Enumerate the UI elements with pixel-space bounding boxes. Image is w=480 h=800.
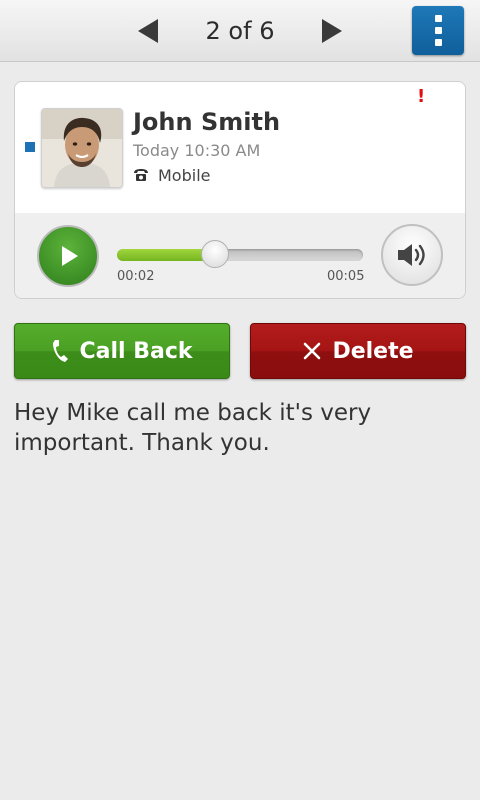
phone-type-label: Mobile <box>158 166 211 185</box>
voicemail-transcript: Hey Mike call me back it's very importan… <box>14 400 372 456</box>
chevron-right-icon <box>322 19 342 43</box>
overflow-menu-button[interactable] <box>412 6 464 55</box>
avatar <box>41 108 123 188</box>
call-back-label: Call Back <box>79 338 193 364</box>
delete-label: Delete <box>332 338 414 364</box>
telephone-icon <box>134 169 148 181</box>
vertical-dots-icon <box>434 15 442 22</box>
play-icon <box>62 246 78 266</box>
playback-progress-track[interactable] <box>117 240 363 268</box>
voicemail-card: John Smith Today 10:30 AM Mobile ! 00:02… <box>14 81 466 299</box>
playback-scrubber-handle[interactable] <box>201 240 230 268</box>
previous-message-button[interactable] <box>132 15 164 47</box>
caller-info: John Smith Today 10:30 AM Mobile ! <box>15 82 465 214</box>
caller-name: John Smith <box>133 108 281 136</box>
delete-button[interactable]: Delete <box>250 323 466 379</box>
close-icon <box>304 342 321 360</box>
next-message-button[interactable] <box>316 15 348 47</box>
elapsed-time: 00:02 <box>117 269 155 284</box>
unread-indicator <box>25 142 35 152</box>
total-time: 00:05 <box>327 269 365 284</box>
play-button[interactable] <box>37 225 99 287</box>
audio-player: 00:02 00:05 <box>15 213 465 298</box>
voicemail-timestamp: Today 10:30 AM <box>133 141 261 160</box>
urgent-indicator: ! <box>417 86 426 107</box>
phone-handset-icon <box>53 340 69 362</box>
call-back-button[interactable]: Call Back <box>14 323 230 379</box>
chevron-left-icon <box>138 19 158 43</box>
top-bar: 2 of 6 <box>0 0 480 62</box>
contact-photo-icon <box>42 109 122 187</box>
speaker-icon <box>398 244 425 266</box>
speaker-button[interactable] <box>381 224 443 286</box>
message-pager: 2 of 6 <box>205 17 275 45</box>
